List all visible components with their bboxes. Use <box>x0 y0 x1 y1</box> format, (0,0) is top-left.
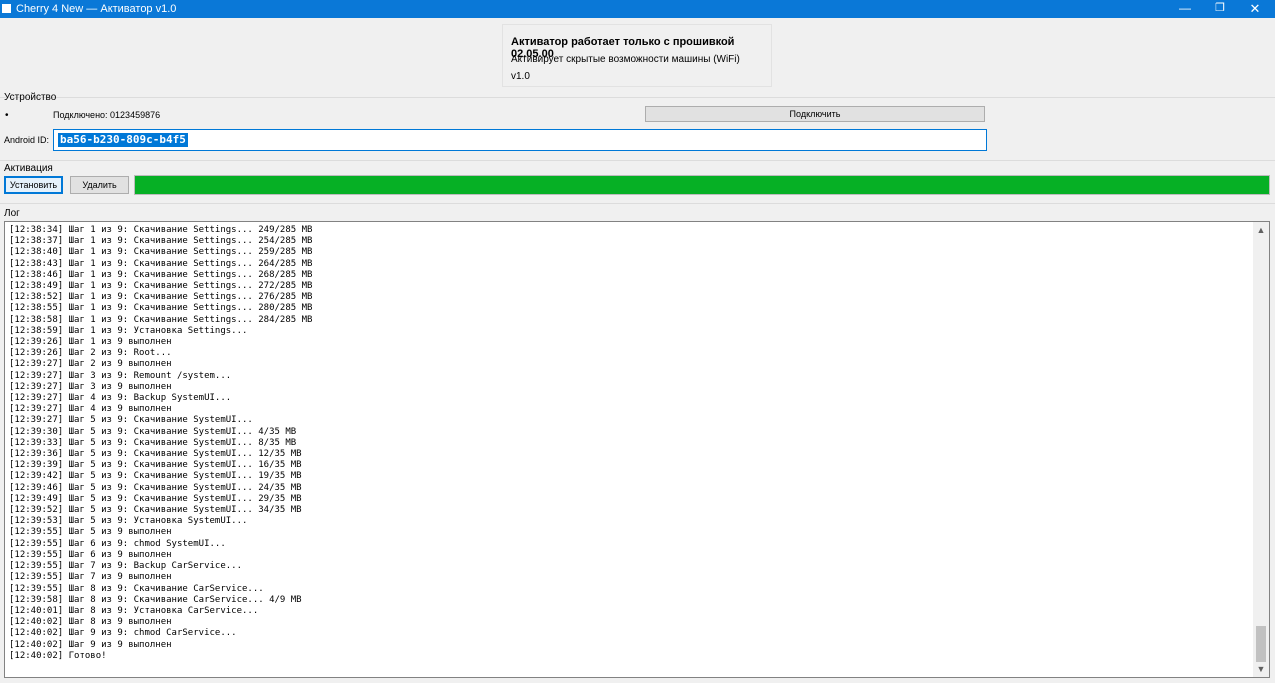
log-line: [12:38:37] Шаг 1 из 9: Скачивание Settin… <box>9 236 313 247</box>
log-line: [12:38:52] Шаг 1 из 9: Скачивание Settin… <box>9 292 313 303</box>
log-textarea[interactable]: [12:38:34] Шаг 1 из 9: Скачивание Settin… <box>4 221 1270 678</box>
install-button[interactable]: Установить <box>4 176 63 194</box>
log-line: [12:39:55] Шаг 6 из 9 выполнен <box>9 549 172 560</box>
window-title: Cherry 4 New — Активатор v1.0 <box>16 3 177 15</box>
log-group-label: Лог <box>4 208 20 219</box>
log-line: [12:38:34] Шаг 1 из 9: Скачивание Settin… <box>9 225 313 235</box>
log-line: [12:39:55] Шаг 7 из 9: Backup CarService… <box>9 561 242 572</box>
log-line: [12:38:46] Шаг 1 из 9: Скачивание Settin… <box>9 269 313 280</box>
log-line: [12:39:27] Шаг 4 из 9: Backup SystemUI..… <box>9 393 232 404</box>
log-line: [12:38:55] Шаг 1 из 9: Скачивание Settin… <box>9 303 313 314</box>
log-line: [12:40:01] Шаг 8 из 9: Установка CarServ… <box>9 605 259 616</box>
log-line: [12:40:02] Шаг 9 из 9: chmod CarService.… <box>9 628 237 639</box>
title-bar: Cherry 4 New — Активатор v1.0 — ❐ ✕ <box>0 0 1275 18</box>
log-lines: [12:38:34] Шаг 1 из 9: Скачивание Settin… <box>9 225 312 662</box>
log-line: [12:39:58] Шаг 8 из 9: Скачивание CarSer… <box>9 594 302 605</box>
info-version: v1.0 <box>511 71 530 82</box>
log-group-divider <box>0 203 1275 204</box>
log-line: [12:39:27] Шаг 2 из 9 выполнен <box>9 359 172 370</box>
log-line: [12:39:36] Шаг 5 из 9: Скачивание System… <box>9 449 302 460</box>
scroll-thumb[interactable] <box>1256 626 1266 662</box>
log-line: [12:40:02] Шаг 8 из 9 выполнен <box>9 617 172 628</box>
progress-bar <box>134 175 1270 195</box>
log-line: [12:39:30] Шаг 5 из 9: Скачивание System… <box>9 426 297 437</box>
log-line: [12:38:59] Шаг 1 из 9: Установка Setting… <box>9 325 248 336</box>
log-line: [12:39:46] Шаг 5 из 9: Скачивание System… <box>9 482 302 493</box>
activation-group-divider <box>0 160 1275 161</box>
log-scrollbar[interactable]: ▲ ▼ <box>1253 222 1269 677</box>
log-line: [12:39:55] Шаг 5 из 9 выполнен <box>9 527 172 538</box>
log-line: [12:39:27] Шаг 4 из 9 выполнен <box>9 404 172 415</box>
close-icon[interactable]: ✕ <box>1238 0 1272 18</box>
log-line: [12:39:27] Шаг 3 из 9 выполнен <box>9 381 172 392</box>
log-line: [12:39:27] Шаг 3 из 9: Remount /system..… <box>9 370 232 381</box>
log-line: [12:39:49] Шаг 5 из 9: Скачивание System… <box>9 493 302 504</box>
log-line: [12:38:43] Шаг 1 из 9: Скачивание Settin… <box>9 258 313 269</box>
log-line: [12:38:58] Шаг 1 из 9: Скачивание Settin… <box>9 314 313 325</box>
android-id-value: ba56-b230-809c-b4f5 <box>58 133 188 147</box>
android-id-input[interactable]: ba56-b230-809c-b4f5 <box>53 129 987 151</box>
device-group-divider <box>0 97 1275 98</box>
minimize-icon[interactable]: — <box>1168 0 1202 18</box>
info-panel: Активатор работает только с прошивкой 02… <box>502 24 772 87</box>
log-line: [12:39:52] Шаг 5 из 9: Скачивание System… <box>9 505 302 516</box>
log-line: [12:39:27] Шаг 5 из 9: Скачивание System… <box>9 415 253 426</box>
connection-status: Подключено: 0123459876 <box>53 110 161 120</box>
scroll-up-icon[interactable]: ▲ <box>1253 222 1269 238</box>
log-line: [12:39:42] Шаг 5 из 9: Скачивание System… <box>9 471 302 482</box>
info-subtitle: Активирует скрытые возможности машины (W… <box>511 54 740 65</box>
log-line: [12:38:49] Шаг 1 из 9: Скачивание Settin… <box>9 281 313 292</box>
maximize-icon[interactable]: ❐ <box>1203 0 1237 18</box>
log-line: [12:39:55] Шаг 7 из 9 выполнен <box>9 572 172 583</box>
log-line: [12:39:55] Шаг 6 из 9: chmod SystemUI... <box>9 538 226 549</box>
log-line: [12:39:55] Шаг 8 из 9: Скачивание CarSer… <box>9 583 264 594</box>
connect-button[interactable]: Подключить <box>645 106 985 122</box>
device-group-label: Устройство <box>4 92 57 103</box>
status-bullet-icon: • <box>5 110 9 121</box>
log-line: [12:40:02] Шаг 9 из 9 выполнен <box>9 639 172 650</box>
delete-button[interactable]: Удалить <box>70 176 129 194</box>
app-icon <box>2 4 11 13</box>
log-line: [12:38:40] Шаг 1 из 9: Скачивание Settin… <box>9 247 313 258</box>
log-line: [12:40:02] Готово! <box>9 650 107 661</box>
android-id-label: Android ID: <box>4 135 50 145</box>
log-line: [12:39:39] Шаг 5 из 9: Скачивание System… <box>9 460 302 471</box>
scroll-down-icon[interactable]: ▼ <box>1253 661 1269 677</box>
activation-group-label: Активация <box>4 163 53 174</box>
progress-bar-fill <box>135 176 1269 194</box>
log-line: [12:39:53] Шаг 5 из 9: Установка SystemU… <box>9 516 248 527</box>
log-line: [12:39:33] Шаг 5 из 9: Скачивание System… <box>9 437 297 448</box>
log-line: [12:39:26] Шаг 1 из 9 выполнен <box>9 337 172 348</box>
log-line: [12:39:26] Шаг 2 из 9: Root... <box>9 348 172 359</box>
